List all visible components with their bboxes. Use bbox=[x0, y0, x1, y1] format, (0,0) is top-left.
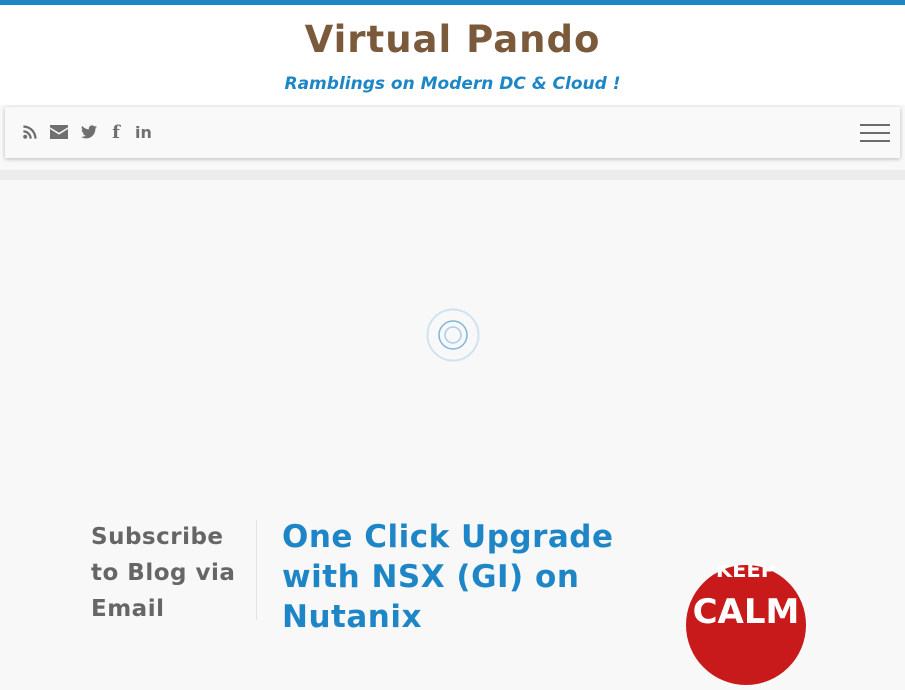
header-divider bbox=[0, 170, 905, 180]
site-header: Virtual Pando Ramblings on Modern DC & C… bbox=[0, 5, 905, 105]
social-links: f in bbox=[23, 121, 165, 143]
linkedin-icon[interactable]: in bbox=[135, 123, 152, 142]
loading-spinner-icon bbox=[426, 308, 480, 362]
twitter-icon[interactable] bbox=[81, 125, 97, 139]
facebook-icon[interactable]: f bbox=[110, 122, 122, 143]
badge-line2: CALM bbox=[693, 592, 800, 632]
post-title-link[interactable]: One Click Upgrade with NSX (GI) on Nutan… bbox=[282, 517, 622, 637]
envelope-icon[interactable] bbox=[50, 125, 68, 139]
menu-toggle-icon[interactable] bbox=[860, 124, 890, 142]
keep-calm-badge[interactable]: KEEP CALM bbox=[686, 558, 806, 685]
site-tagline: Ramblings on Modern DC & Cloud ! bbox=[284, 74, 621, 94]
subscribe-widget-title: Subscribe to Blog via Email bbox=[91, 524, 236, 622]
badge-line1: KEEP bbox=[716, 565, 776, 582]
rss-icon[interactable] bbox=[23, 125, 37, 139]
navbar: f in bbox=[5, 107, 900, 158]
column-divider bbox=[256, 520, 257, 620]
site-title[interactable]: Virtual Pando bbox=[0, 18, 905, 62]
